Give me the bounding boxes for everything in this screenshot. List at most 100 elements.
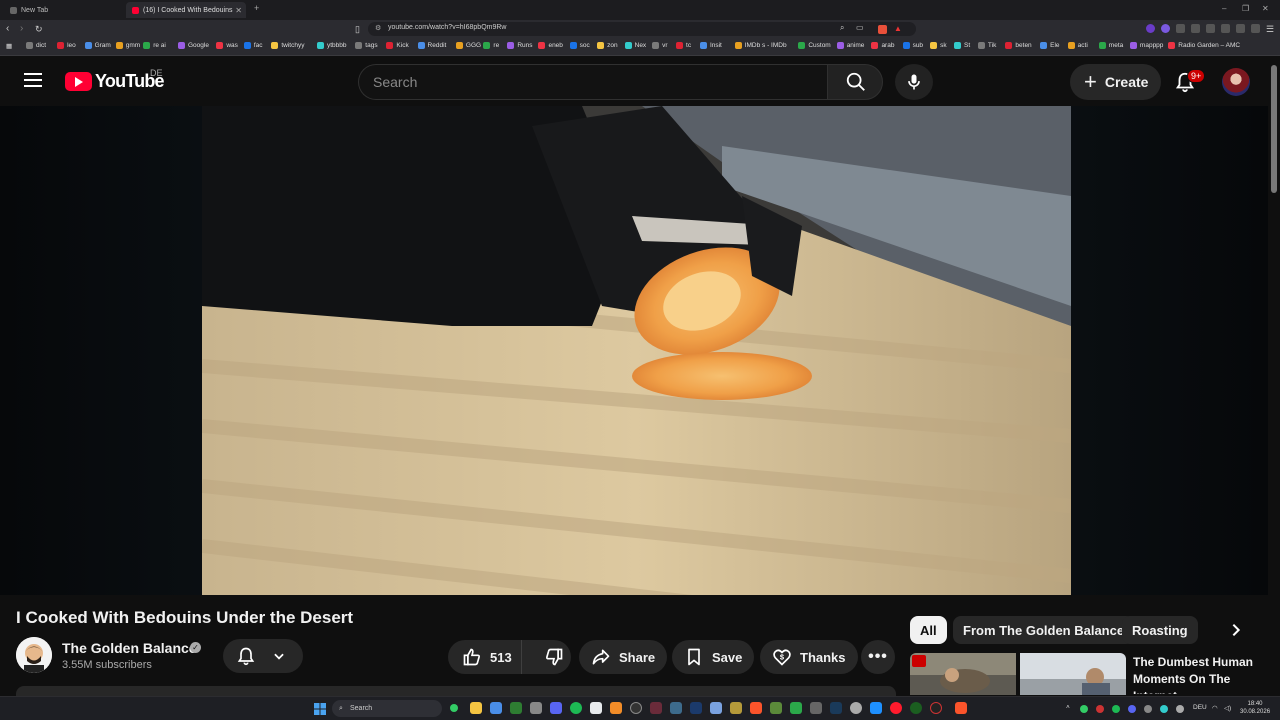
app-icon[interactable] [910,702,922,714]
bookmark-item[interactable]: Google [177,42,209,49]
tray-app-icon[interactable] [1112,705,1120,713]
bookmark-item[interactable]: Kick [386,42,409,49]
minimize-icon[interactable]: – [1222,4,1226,13]
photoshop-icon[interactable] [690,702,702,714]
bookmark-item[interactable]: ytbbbb [316,42,346,49]
new-tab-button[interactable]: + [254,3,259,13]
bookmark-item[interactable]: twitchyy [271,42,304,49]
app-icon[interactable] [670,702,682,714]
bookmark-item[interactable]: eneb [538,42,563,49]
tray-app-icon[interactable] [1128,705,1136,713]
language-indicator[interactable]: DEU [1193,704,1207,711]
music-icon[interactable] [1191,24,1200,33]
forward-icon[interactable]: › [20,23,23,35]
bookmark-item[interactable]: vr [652,42,668,49]
volume-icon[interactable]: ◁) [1224,704,1231,712]
app-icon[interactable] [530,702,542,714]
bookmark-item[interactable]: dict [25,42,46,49]
bookmark-item[interactable]: sub [902,42,923,49]
bookmark-item[interactable]: Radio Garden – AMC [1168,42,1240,49]
bookmark-item[interactable]: leo [57,42,76,49]
close-window-icon[interactable]: ✕ [1262,4,1269,13]
zoom-icon[interactable]: ⌕ [840,23,844,33]
bookmark-item[interactable]: anime [836,42,864,49]
extension-icon[interactable] [1161,24,1170,33]
like-button[interactable]: 513 [448,640,522,674]
steam-icon[interactable] [830,702,842,714]
browser-menu-icon[interactable]: ☰ [1266,23,1274,35]
bookmark-item[interactable]: Custom [798,42,831,49]
app-icon[interactable] [730,702,742,714]
bookmark-item[interactable]: Nex [624,42,646,49]
wifi-icon[interactable]: ◠ [1212,704,1218,712]
app-icon[interactable] [790,702,802,714]
app-icon[interactable] [710,702,722,714]
discord-icon[interactable] [550,702,562,714]
tray-chevron-icon[interactable]: ˄ [1066,704,1070,711]
vlc-icon[interactable] [610,702,622,714]
page-scrollbar[interactable] [1268,57,1280,696]
share-button[interactable]: Share [579,640,668,674]
bookmark-item[interactable]: gmm [115,42,140,49]
wallet-icon[interactable] [1221,24,1230,33]
bookmark-item[interactable]: Runs [507,42,533,49]
chip-roasting[interactable]: Roasting [1122,616,1198,644]
spotify-icon[interactable] [570,702,582,714]
app-icon[interactable] [770,702,782,714]
bookmark-item[interactable]: IMDb s - IMDb [734,42,787,49]
brave-icon[interactable] [955,702,967,714]
file-explorer-icon[interactable] [470,702,482,714]
channel-avatar[interactable] [16,637,52,673]
app-icon[interactable] [510,702,522,714]
youtube-logo[interactable]: YouTube [65,71,165,92]
app-icon[interactable] [590,702,602,714]
bookmark-item[interactable]: tc [676,42,691,49]
extension-icon[interactable] [1146,24,1155,33]
recommendation-title[interactable]: The Dumbest Human Moments On The Interne… [1133,654,1263,694]
thanks-button[interactable]: $ Thanks [760,640,858,674]
bookmark-item[interactable]: Ele [1040,42,1060,49]
shield-icon[interactable] [1251,24,1260,33]
windows-start-icon[interactable] [314,703,326,715]
puzzle-icon[interactable] [1236,24,1245,33]
bookmark-item[interactable]: soc [569,42,590,49]
tray-app-icon[interactable] [1144,705,1152,713]
hamburger-menu-icon[interactable] [24,73,42,87]
bookmark-item[interactable]: fac [243,42,263,49]
rewards-icon[interactable]: ▲ [894,24,902,33]
apps-grid-icon[interactable]: ▦ [6,42,12,50]
bookmark-item[interactable]: zon [597,42,618,49]
address-bar[interactable]: ⚙ youtube.com/watch?v=hI68pbQm9Rw ⌕ ▭ ▲ [368,22,916,36]
bookmark-item[interactable]: tags [355,42,378,49]
bookmark-item[interactable]: sk [930,42,947,49]
video-player[interactable] [202,106,1071,595]
description-box[interactable] [16,686,896,696]
account-avatar[interactable] [1222,68,1250,96]
tray-app-icon[interactable] [1176,705,1184,713]
bookmark-item[interactable]: arab [871,42,894,49]
tray-app-icon[interactable] [1160,705,1168,713]
app-icon[interactable] [810,702,822,714]
bookmark-item[interactable]: meta [1098,42,1123,49]
tray-app-icon[interactable] [1080,705,1088,713]
bookmark-item[interactable]: acti [1067,42,1088,49]
chip-all[interactable]: All [910,616,947,644]
brave-shield-icon[interactable] [878,25,887,34]
channel-name[interactable]: The Golden Balance [62,640,197,656]
search-button[interactable] [827,64,883,100]
voice-search-button[interactable] [895,64,933,100]
app-icon[interactable] [650,702,662,714]
bookmark-item[interactable]: mapppp [1129,42,1163,49]
cast-icon[interactable]: ▭ [856,23,864,32]
save-button[interactable]: Save [672,640,755,674]
bookmark-item[interactable]: was [216,42,238,49]
system-clock[interactable]: 18:40 30.08.2026 [1240,700,1270,716]
sidebar-icon[interactable] [1206,24,1215,33]
reload-icon[interactable]: ↻ [35,23,43,35]
chips-next-button[interactable] [1220,616,1250,644]
app-icon[interactable] [930,702,942,714]
bookmark-item[interactable]: St [953,42,970,49]
more-actions-button[interactable]: ••• [861,640,895,674]
bookmark-item[interactable]: Tik [977,42,996,49]
recommendation-thumbnail[interactable] [910,653,1126,695]
